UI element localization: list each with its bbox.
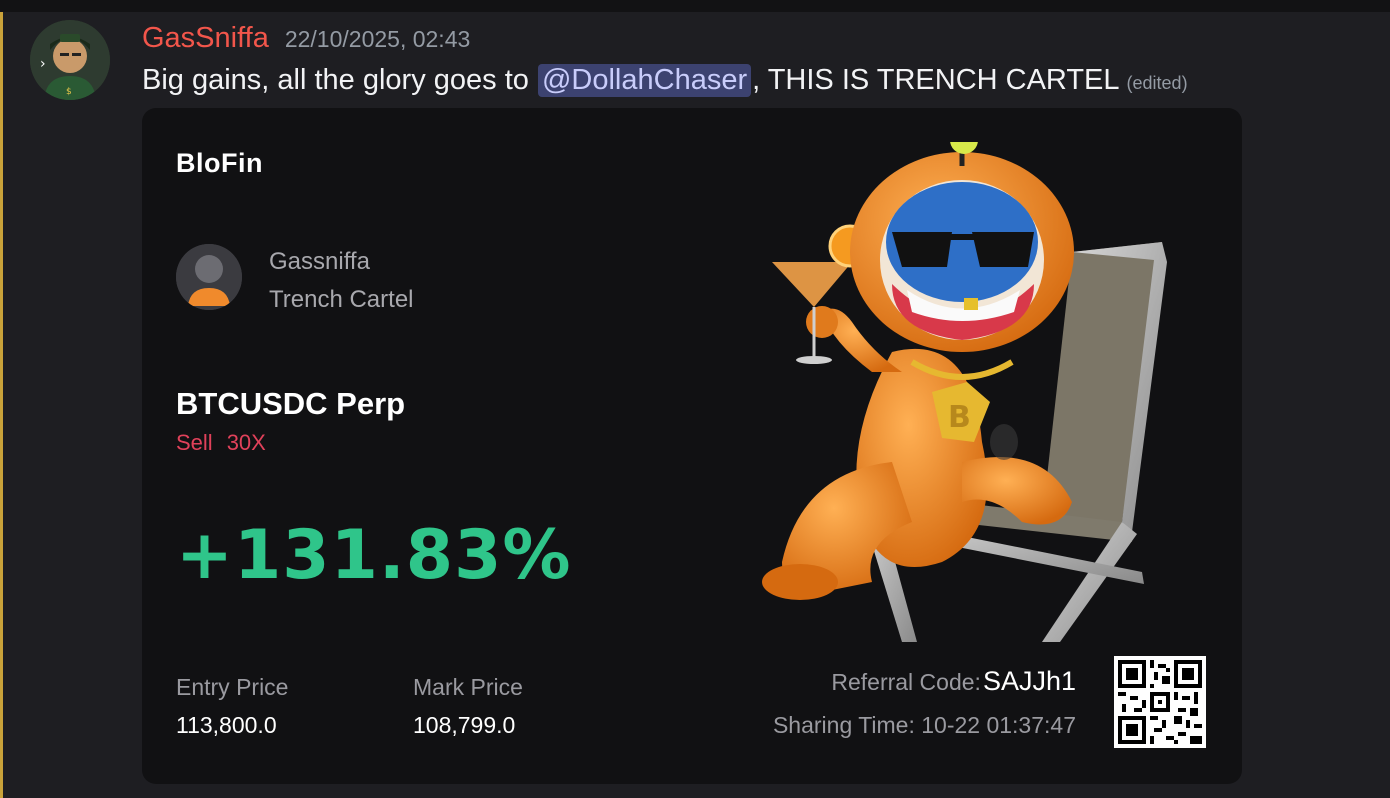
mark-price-label: Mark Price bbox=[413, 674, 523, 700]
leverage-label: 30X bbox=[226, 430, 266, 455]
chat-message: $ › GasSniffa 22/10/2025, 02:43 Big gain… bbox=[3, 12, 1390, 798]
top-bar bbox=[0, 0, 1390, 12]
message-timestamp: 22/10/2025, 02:43 bbox=[284, 26, 471, 52]
mascot-illustration: B bbox=[742, 126, 1202, 642]
svg-text:›: › bbox=[40, 56, 46, 72]
sharing-time: Sharing Time: 10-22 01:37:47 bbox=[772, 712, 1076, 738]
referral-code-value: SAJJh1 bbox=[982, 666, 1076, 696]
pnl-share-card-image[interactable]: BloFin Gassniffa Trench Cartel BTCUSDC P… bbox=[142, 108, 1242, 784]
message-text-start: Big gains, all the glory goes to bbox=[142, 64, 537, 96]
referral-code: Referral Code: SAJJh1 bbox=[831, 666, 1076, 697]
user-avatar-icon[interactable]: $ › bbox=[30, 20, 110, 100]
qr-code-icon bbox=[1114, 656, 1206, 748]
message-content: Big gains, all the glory goes to @Dollah… bbox=[142, 64, 1188, 97]
entry-price-label: Entry Price bbox=[176, 674, 289, 700]
profile-placeholder-icon bbox=[176, 244, 242, 310]
profile-group: Trench Cartel bbox=[269, 286, 414, 313]
referral-label: Referral Code: bbox=[831, 669, 981, 695]
message-header: GasSniffa 22/10/2025, 02:43 bbox=[142, 22, 470, 58]
svg-text:B: B bbox=[948, 400, 971, 435]
side-label: Sell bbox=[176, 430, 213, 455]
position-side: Sell 30X bbox=[176, 430, 280, 456]
username[interactable]: GasSniffa bbox=[142, 22, 269, 55]
brand-logo: BloFin bbox=[176, 148, 263, 178]
user-mention[interactable]: @DollahChaser bbox=[537, 64, 752, 97]
svg-text:$: $ bbox=[66, 87, 72, 97]
trading-pair: BTCUSDC Perp bbox=[176, 386, 406, 421]
pnl-percentage: +131.83% bbox=[176, 516, 572, 595]
edited-tag: (edited) bbox=[1126, 73, 1188, 93]
profile-name: Gassniffa bbox=[269, 248, 370, 275]
mark-price-value: 108,799.0 bbox=[413, 712, 516, 738]
message-text-end: , THIS IS TRENCH CARTEL bbox=[752, 64, 1120, 96]
entry-price-value: 113,800.0 bbox=[176, 712, 277, 738]
